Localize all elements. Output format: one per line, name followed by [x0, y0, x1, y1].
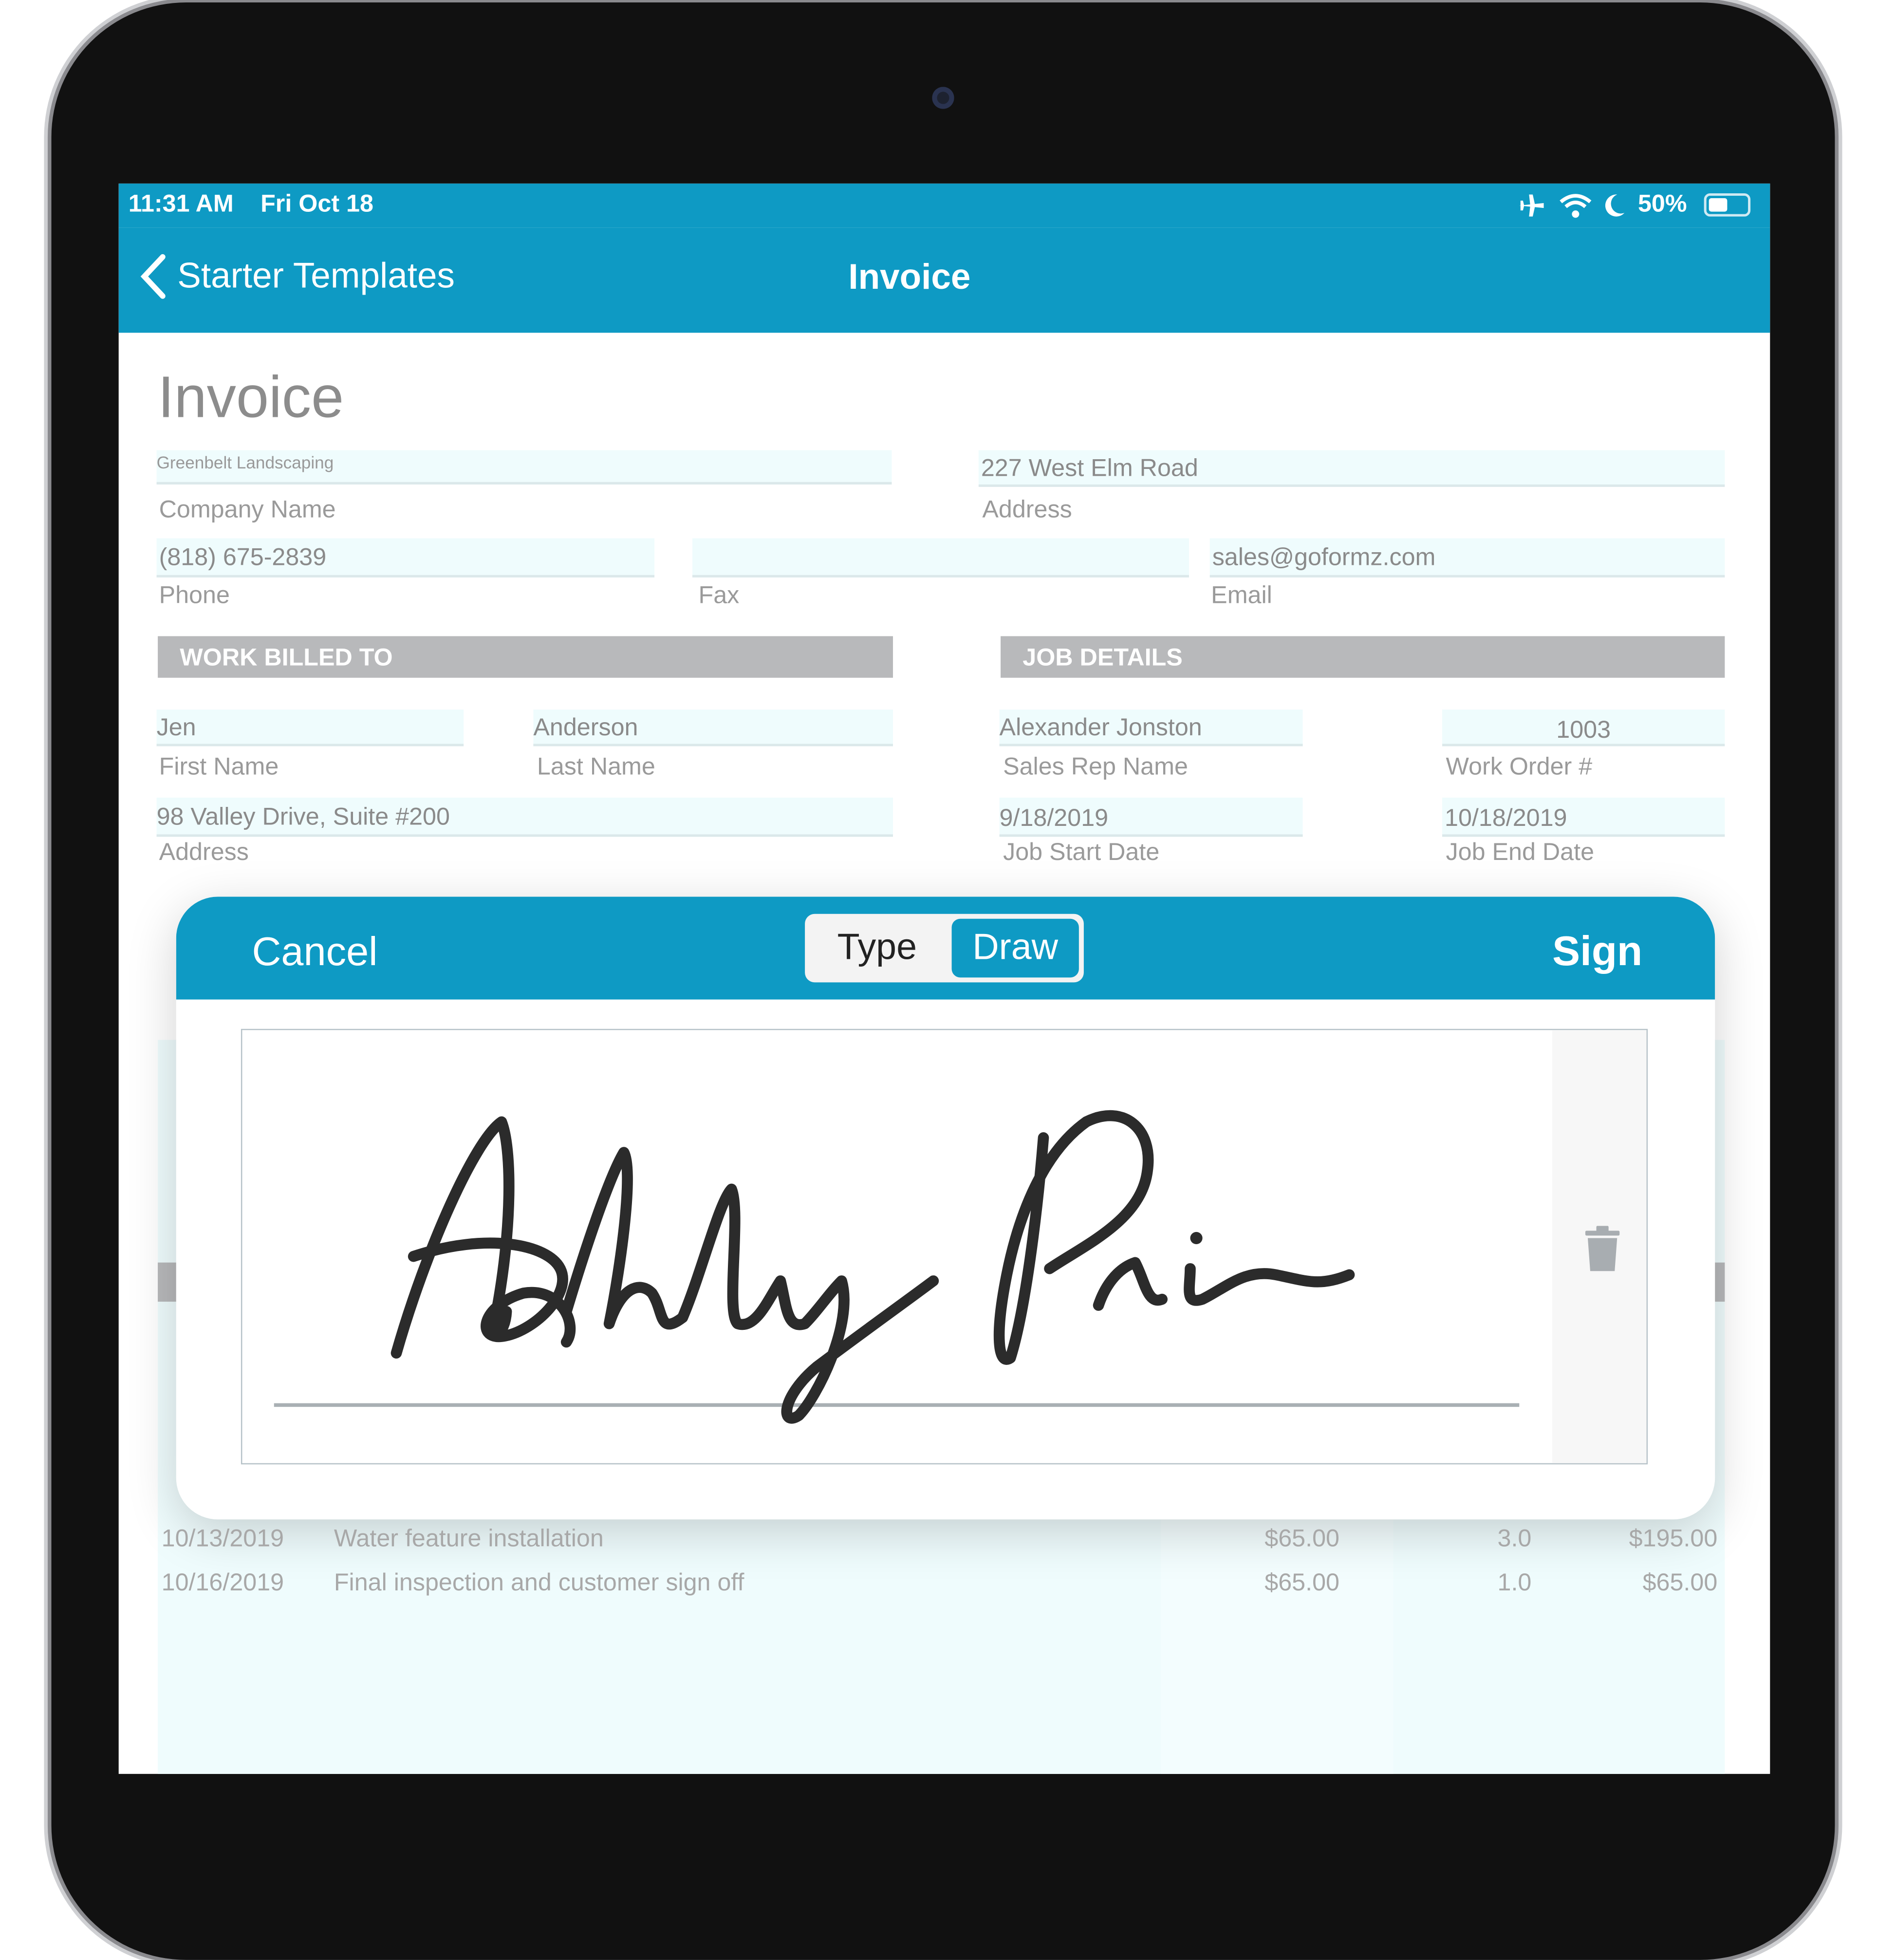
tab-type[interactable]: Type	[805, 914, 949, 983]
sales-rep-field[interactable]: Alexander Jonston	[999, 709, 1303, 747]
job-end-date-label: Job End Date	[1446, 839, 1595, 866]
status-bar: 11:31 AM Fri Oct 18 50%	[118, 183, 1770, 228]
address-field[interactable]: 227 West Elm Road	[978, 450, 1725, 487]
phone-label: Phone	[159, 582, 230, 610]
camera	[932, 87, 954, 109]
table-row: 10/13/2019 Water feature installation $65.…	[0, 1526, 1896, 1562]
cell-total: $195.00	[1629, 1525, 1718, 1553]
company-name-field[interactable]: Greenbelt Landscaping	[156, 450, 892, 485]
billing-address-field[interactable]: 98 Valley Drive, Suite #200	[156, 798, 893, 837]
fax-field[interactable]	[692, 538, 1189, 578]
cell-description: Final inspection and customer sign off	[334, 1569, 744, 1597]
email-field[interactable]: sales@goformz.com	[1209, 538, 1725, 578]
cell-total: $65.00	[1642, 1569, 1718, 1597]
email-label: Email	[1211, 582, 1272, 610]
status-time: 11:31 AM	[128, 190, 234, 218]
form-title: Invoice	[158, 366, 344, 431]
first-name-field[interactable]: Jen	[156, 709, 464, 747]
modal-header: Cancel Type Draw Sign	[176, 896, 1715, 1000]
job-details-header: JOB DETAILS	[1001, 636, 1725, 678]
fax-label: Fax	[698, 582, 740, 610]
signature-drawing	[390, 1110, 1355, 1424]
cell-date: 10/13/2019	[161, 1525, 284, 1553]
cell-date: 10/16/2019	[161, 1569, 284, 1597]
wifi-icon	[1560, 194, 1592, 218]
battery-icon	[1704, 193, 1751, 217]
phone-field[interactable]: (818) 675-2839	[156, 538, 655, 578]
last-name-field[interactable]: Anderson	[533, 709, 893, 747]
signature-mode-toggle: Type Draw	[805, 914, 1084, 983]
airplane-icon	[1519, 194, 1544, 217]
last-name-label: Last Name	[537, 753, 655, 781]
job-start-date-field[interactable]: 9/18/2019	[999, 798, 1303, 837]
tab-draw[interactable]: Draw	[951, 918, 1079, 978]
job-start-date-label: Job Start Date	[1003, 839, 1160, 866]
table-row: 10/16/2019 Final inspection and customer …	[0, 1569, 1896, 1606]
moon-icon	[1605, 194, 1625, 217]
battery-percent: 50%	[1637, 190, 1687, 218]
job-end-date-field[interactable]: 10/18/2019	[1442, 798, 1725, 837]
sign-button[interactable]: Sign	[1552, 929, 1642, 976]
address-label: Address	[982, 496, 1072, 524]
nav-title: Invoice	[848, 258, 971, 298]
work-order-field[interactable]: 1003	[1442, 709, 1725, 747]
cancel-button[interactable]: Cancel	[252, 929, 378, 975]
signature-pad[interactable]	[241, 1028, 1648, 1465]
company-name-label: Company Name	[159, 496, 336, 524]
cell-rate: $65.00	[1264, 1525, 1339, 1553]
cell-qty: 1.0	[1497, 1569, 1532, 1597]
sales-rep-label: Sales Rep Name	[1003, 753, 1188, 781]
first-name-label: First Name	[159, 753, 279, 781]
work-billed-to-header: WORK BILLED TO	[158, 636, 893, 678]
work-order-label: Work Order #	[1446, 753, 1593, 781]
signature-modal: Cancel Type Draw Sign	[176, 896, 1715, 1520]
cell-rate: $65.00	[1264, 1569, 1339, 1597]
nav-bar: Starter Templates Invoice	[118, 227, 1770, 333]
billing-address-label: Address	[159, 839, 249, 866]
cell-description: Water feature installation	[334, 1525, 604, 1553]
cell-qty: 3.0	[1497, 1525, 1532, 1553]
status-date: Fri Oct 18	[260, 190, 373, 218]
